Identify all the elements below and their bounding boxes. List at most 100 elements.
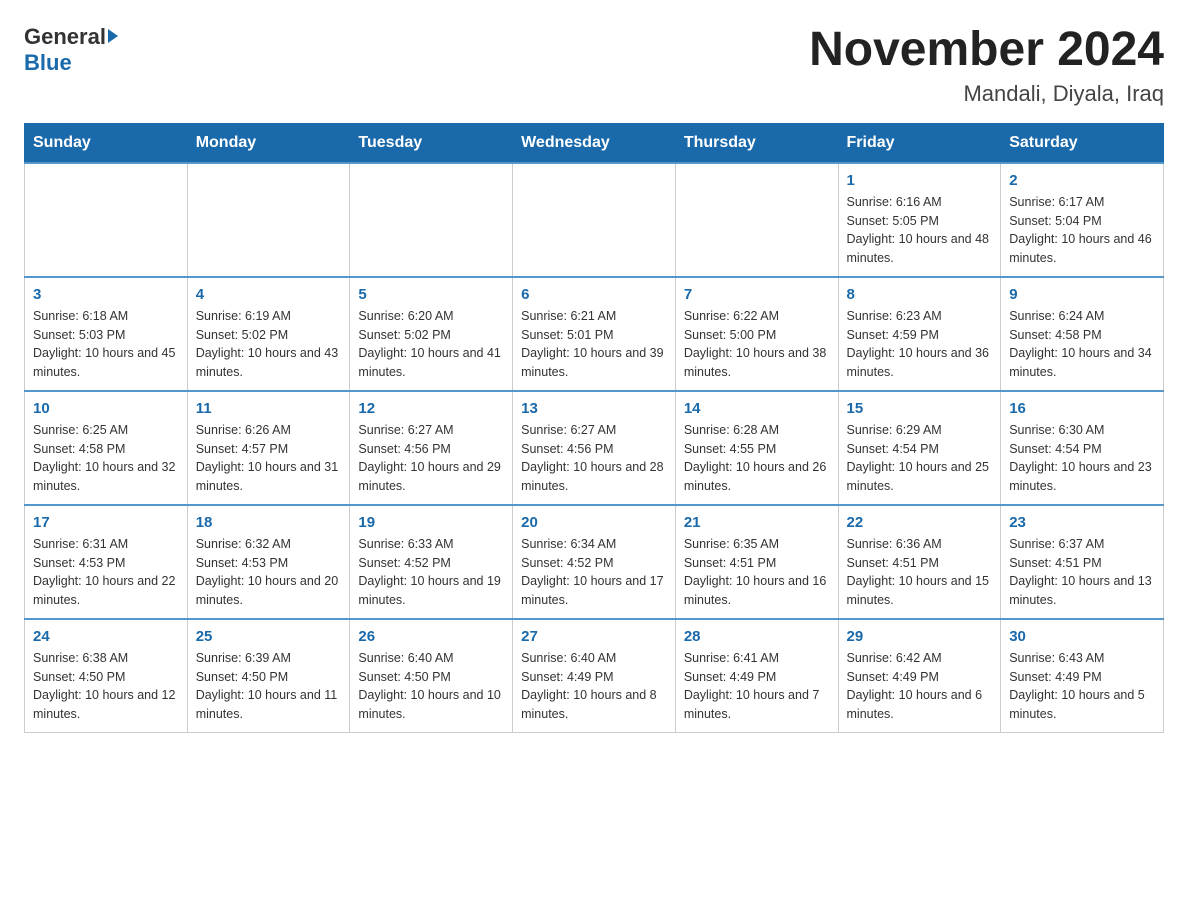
logo-general-label: General <box>24 24 106 50</box>
calendar-cell: 26 Sunrise: 6:40 AMSunset: 4:50 PMDayligh… <box>350 619 513 733</box>
calendar-cell: 13 Sunrise: 6:27 AMSunset: 4:56 PMDayligh… <box>513 391 676 505</box>
day-info: Sunrise: 6:27 AMSunset: 4:56 PMDaylight:… <box>521 421 667 496</box>
day-number: 10 <box>33 400 179 417</box>
day-number: 1 <box>847 172 993 189</box>
calendar-week-row: 17Sunrise: 6:31 AMSunset: 4:53 PMDayligh… <box>25 505 1164 619</box>
page-header: General Blue November 2024 Mandali, Diya… <box>24 24 1164 107</box>
day-info: Sunrise: 6:24 AMSunset: 4:58 PMDaylight:… <box>1009 307 1155 382</box>
calendar-cell: 11Sunrise: 6:26 AMSunset: 4:57 PMDayligh… <box>187 391 350 505</box>
calendar-week-row: 3 Sunrise: 6:18 AMSunset: 5:03 PMDaylight… <box>25 277 1164 391</box>
calendar-cell: 6 Sunrise: 6:21 AMSunset: 5:01 PMDaylight… <box>513 277 676 391</box>
day-number: 4 <box>196 286 342 303</box>
day-number: 19 <box>358 514 504 531</box>
day-info: Sunrise: 6:34 AMSunset: 4:52 PMDaylight:… <box>521 535 667 610</box>
day-number: 7 <box>684 286 830 303</box>
day-info: Sunrise: 6:17 AMSunset: 5:04 PMDaylight:… <box>1009 193 1155 268</box>
calendar-cell: 1 Sunrise: 6:16 AMSunset: 5:05 PMDaylight… <box>838 163 1001 277</box>
day-info: Sunrise: 6:21 AMSunset: 5:01 PMDaylight:… <box>521 307 667 382</box>
day-info: Sunrise: 6:31 AMSunset: 4:53 PMDaylight:… <box>33 535 179 610</box>
calendar-cell: 23 Sunrise: 6:37 AMSunset: 4:51 PMDayligh… <box>1001 505 1164 619</box>
day-number: 13 <box>521 400 667 417</box>
day-info: Sunrise: 6:16 AMSunset: 5:05 PMDaylight:… <box>847 193 993 268</box>
calendar-cell: 30Sunrise: 6:43 AMSunset: 4:49 PMDayligh… <box>1001 619 1164 733</box>
calendar-cell: 9 Sunrise: 6:24 AMSunset: 4:58 PMDaylight… <box>1001 277 1164 391</box>
calendar-cell: 7Sunrise: 6:22 AMSunset: 5:00 PMDaylight… <box>675 277 838 391</box>
calendar-cell <box>187 163 350 277</box>
day-number: 27 <box>521 628 667 645</box>
day-info: Sunrise: 6:32 AMSunset: 4:53 PMDaylight:… <box>196 535 342 610</box>
calendar-cell: 5 Sunrise: 6:20 AMSunset: 5:02 PMDaylight… <box>350 277 513 391</box>
day-number: 25 <box>196 628 342 645</box>
logo-blue-label: Blue <box>24 50 72 76</box>
day-info: Sunrise: 6:25 AMSunset: 4:58 PMDaylight:… <box>33 421 179 496</box>
calendar-cell: 28 Sunrise: 6:41 AMSunset: 4:49 PMDayligh… <box>675 619 838 733</box>
calendar-header-row: SundayMondayTuesdayWednesdayThursdayFrid… <box>25 123 1164 163</box>
calendar-cell: 18 Sunrise: 6:32 AMSunset: 4:53 PMDayligh… <box>187 505 350 619</box>
day-info: Sunrise: 6:36 AMSunset: 4:51 PMDaylight:… <box>847 535 993 610</box>
day-info: Sunrise: 6:42 AMSunset: 4:49 PMDaylight:… <box>847 649 993 724</box>
day-number: 20 <box>521 514 667 531</box>
day-number: 12 <box>358 400 504 417</box>
day-info: Sunrise: 6:18 AMSunset: 5:03 PMDaylight:… <box>33 307 179 382</box>
day-number: 15 <box>847 400 993 417</box>
day-number: 18 <box>196 514 342 531</box>
calendar-cell <box>25 163 188 277</box>
calendar-cell: 17Sunrise: 6:31 AMSunset: 4:53 PMDayligh… <box>25 505 188 619</box>
calendar-cell <box>513 163 676 277</box>
day-info: Sunrise: 6:41 AMSunset: 4:49 PMDaylight:… <box>684 649 830 724</box>
weekday-header: Thursday <box>675 123 838 163</box>
calendar-cell: 10 Sunrise: 6:25 AMSunset: 4:58 PMDayligh… <box>25 391 188 505</box>
logo-blue-text: Blue <box>24 50 72 76</box>
calendar-cell <box>350 163 513 277</box>
weekday-header: Saturday <box>1001 123 1164 163</box>
weekday-header: Tuesday <box>350 123 513 163</box>
calendar-cell: 16 Sunrise: 6:30 AMSunset: 4:54 PMDayligh… <box>1001 391 1164 505</box>
weekday-header: Monday <box>187 123 350 163</box>
logo: General Blue <box>24 24 118 76</box>
day-info: Sunrise: 6:43 AMSunset: 4:49 PMDaylight:… <box>1009 649 1155 724</box>
day-number: 3 <box>33 286 179 303</box>
day-info: Sunrise: 6:20 AMSunset: 5:02 PMDaylight:… <box>358 307 504 382</box>
day-info: Sunrise: 6:30 AMSunset: 4:54 PMDaylight:… <box>1009 421 1155 496</box>
day-number: 2 <box>1009 172 1155 189</box>
calendar-cell: 21 Sunrise: 6:35 AMSunset: 4:51 PMDayligh… <box>675 505 838 619</box>
day-number: 28 <box>684 628 830 645</box>
day-number: 8 <box>847 286 993 303</box>
day-info: Sunrise: 6:37 AMSunset: 4:51 PMDaylight:… <box>1009 535 1155 610</box>
calendar-cell: 20 Sunrise: 6:34 AMSunset: 4:52 PMDayligh… <box>513 505 676 619</box>
day-number: 16 <box>1009 400 1155 417</box>
day-number: 5 <box>358 286 504 303</box>
calendar-cell: 3 Sunrise: 6:18 AMSunset: 5:03 PMDaylight… <box>25 277 188 391</box>
day-number: 23 <box>1009 514 1155 531</box>
day-number: 14 <box>684 400 830 417</box>
calendar-cell: 14Sunrise: 6:28 AMSunset: 4:55 PMDayligh… <box>675 391 838 505</box>
day-number: 9 <box>1009 286 1155 303</box>
weekday-header: Sunday <box>25 123 188 163</box>
location-title: Mandali, Diyala, Iraq <box>809 81 1164 107</box>
day-number: 21 <box>684 514 830 531</box>
calendar-table: SundayMondayTuesdayWednesdayThursdayFrid… <box>24 123 1164 733</box>
day-info: Sunrise: 6:27 AMSunset: 4:56 PMDaylight:… <box>358 421 504 496</box>
day-info: Sunrise: 6:40 AMSunset: 4:50 PMDaylight:… <box>358 649 504 724</box>
calendar-cell: 15 Sunrise: 6:29 AMSunset: 4:54 PMDayligh… <box>838 391 1001 505</box>
calendar-cell <box>675 163 838 277</box>
day-info: Sunrise: 6:35 AMSunset: 4:51 PMDaylight:… <box>684 535 830 610</box>
day-number: 24 <box>33 628 179 645</box>
calendar-cell: 8 Sunrise: 6:23 AMSunset: 4:59 PMDaylight… <box>838 277 1001 391</box>
logo-general-text: General <box>24 24 118 50</box>
day-info: Sunrise: 6:26 AMSunset: 4:57 PMDaylight:… <box>196 421 342 496</box>
logo-arrow-icon <box>108 29 118 43</box>
day-number: 22 <box>847 514 993 531</box>
calendar-cell: 2 Sunrise: 6:17 AMSunset: 5:04 PMDaylight… <box>1001 163 1164 277</box>
day-number: 26 <box>358 628 504 645</box>
calendar-cell: 24 Sunrise: 6:38 AMSunset: 4:50 PMDayligh… <box>25 619 188 733</box>
calendar-cell: 19Sunrise: 6:33 AMSunset: 4:52 PMDayligh… <box>350 505 513 619</box>
day-info: Sunrise: 6:29 AMSunset: 4:54 PMDaylight:… <box>847 421 993 496</box>
calendar-cell: 27Sunrise: 6:40 AMSunset: 4:49 PMDayligh… <box>513 619 676 733</box>
calendar-cell: 25Sunrise: 6:39 AMSunset: 4:50 PMDayligh… <box>187 619 350 733</box>
day-info: Sunrise: 6:38 AMSunset: 4:50 PMDaylight:… <box>33 649 179 724</box>
day-number: 6 <box>521 286 667 303</box>
month-title: November 2024 <box>809 24 1164 77</box>
day-info: Sunrise: 6:23 AMSunset: 4:59 PMDaylight:… <box>847 307 993 382</box>
calendar-cell: 4Sunrise: 6:19 AMSunset: 5:02 PMDaylight… <box>187 277 350 391</box>
